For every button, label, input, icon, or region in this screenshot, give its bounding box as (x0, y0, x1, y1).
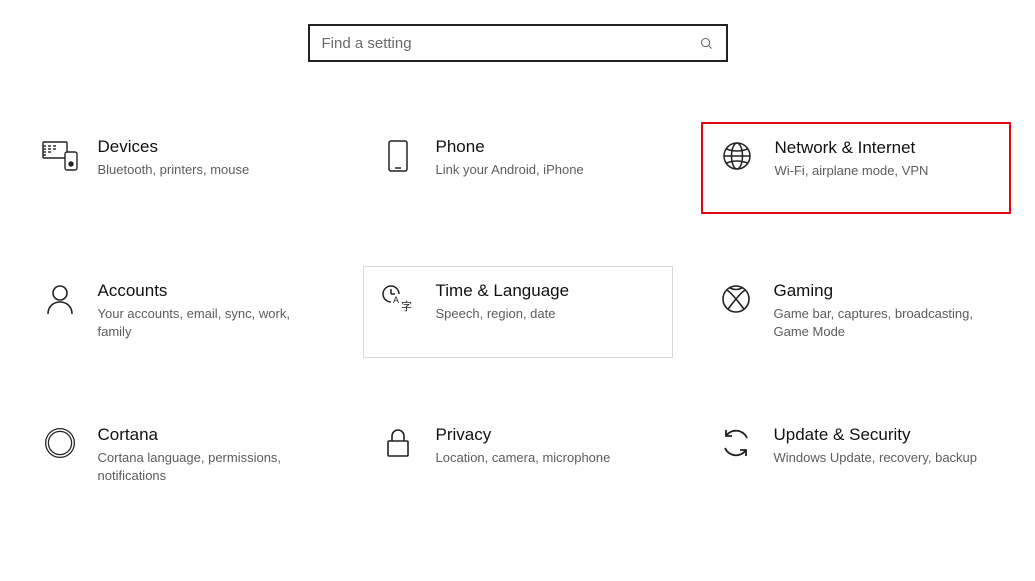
tile-title: Update & Security (774, 425, 998, 445)
search-box[interactable] (308, 24, 728, 62)
tile-cortana[interactable]: Cortana Cortana language, permissions, n… (25, 410, 335, 502)
phone-icon (376, 137, 420, 173)
tile-desc: Location, camera, microphone (436, 449, 660, 467)
devices-icon (38, 137, 82, 171)
tile-title: Gaming (774, 281, 998, 301)
tile-title: Network & Internet (775, 138, 997, 158)
tile-title: Time & Language (436, 281, 660, 301)
xbox-icon (714, 281, 758, 315)
tile-gaming[interactable]: Gaming Game bar, captures, broadcasting,… (701, 266, 1011, 358)
tile-accounts[interactable]: Accounts Your accounts, email, sync, wor… (25, 266, 335, 358)
tile-desc: Cortana language, permissions, notificat… (98, 449, 322, 484)
tile-update[interactable]: Update & Security Windows Update, recove… (701, 410, 1011, 502)
tile-title: Privacy (436, 425, 660, 445)
tile-devices[interactable]: Devices Bluetooth, printers, mouse (25, 122, 335, 214)
svg-text:A: A (393, 295, 399, 305)
tile-network[interactable]: Network & Internet Wi-Fi, airplane mode,… (701, 122, 1011, 214)
search-input[interactable] (322, 35, 699, 52)
sync-icon (714, 425, 758, 459)
lock-icon (376, 425, 420, 459)
tile-title: Cortana (98, 425, 322, 445)
tile-desc: Bluetooth, printers, mouse (98, 161, 322, 179)
tile-desc: Speech, region, date (436, 305, 660, 323)
tile-desc: Wi-Fi, airplane mode, VPN (775, 162, 997, 180)
tile-title: Accounts (98, 281, 322, 301)
settings-grid: Devices Bluetooth, printers, mouse Phone… (0, 122, 1035, 502)
cortana-icon (38, 425, 82, 459)
tile-desc: Game bar, captures, broadcasting, Game M… (774, 305, 998, 340)
tile-privacy[interactable]: Privacy Location, camera, microphone (363, 410, 673, 502)
tile-desc: Windows Update, recovery, backup (774, 449, 998, 467)
person-icon (38, 281, 82, 315)
time-language-icon: A 字 (376, 281, 420, 315)
tile-phone[interactable]: Phone Link your Android, iPhone (363, 122, 673, 214)
tile-title: Phone (436, 137, 660, 157)
tile-time[interactable]: A 字 Time & Language Speech, region, date (363, 266, 673, 358)
tile-desc: Link your Android, iPhone (436, 161, 660, 179)
globe-icon (715, 138, 759, 172)
tile-desc: Your accounts, email, sync, work, family (98, 305, 322, 340)
svg-text:字: 字 (401, 299, 412, 313)
search-icon (699, 36, 714, 51)
tile-title: Devices (98, 137, 322, 157)
